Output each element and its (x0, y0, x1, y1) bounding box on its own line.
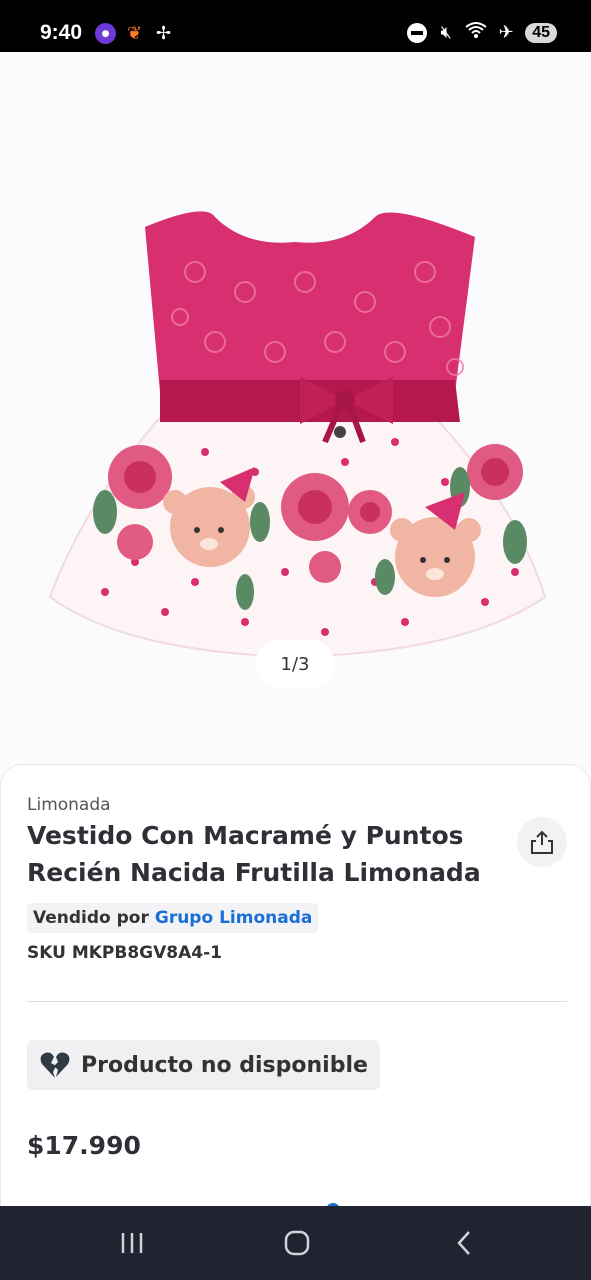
seller-info: Vendido por Grupo Limonada (27, 903, 319, 933)
product-sku: SKU MKPB8GV8A4-1 (27, 943, 222, 963)
status-time: 9:40 (40, 21, 83, 44)
product-title: Vestido Con Macramé y Puntos Recién Naci… (27, 821, 481, 887)
seller-link[interactable]: Grupo Limonada (155, 908, 312, 928)
notification-icons: ● ❦ ✢ (95, 23, 174, 44)
back-icon (457, 1231, 470, 1255)
product-image[interactable] (45, 152, 550, 667)
divider (27, 1001, 567, 1002)
seller-prefix: Vendido por (33, 908, 149, 928)
wifi-icon (465, 21, 487, 44)
back-button[interactable] (450, 1228, 478, 1258)
recent-apps-icon (121, 1233, 143, 1253)
do-not-disturb-icon (407, 22, 428, 43)
product-info-card: Limonada Vestido Con Macramé y Puntos Re… (0, 764, 591, 1206)
messenger-icon: ● (95, 23, 116, 44)
loyalty-icon: ❦ (126, 23, 143, 44)
mute-icon: 🔇︎ (440, 22, 452, 43)
share-button[interactable] (517, 817, 567, 867)
pinwheel-icon: ✢ (155, 23, 172, 44)
availability-badge: Producto no disponible (27, 1040, 380, 1090)
status-bar: 9:40 ● ❦ ✢ 🔇︎ ✈ 45 (0, 0, 591, 52)
broken-heart-icon (40, 1052, 70, 1078)
battery-indicator: 45 (525, 22, 557, 43)
availability-text: Producto no disponible (81, 1052, 368, 1078)
product-brand[interactable]: Limonada (27, 795, 111, 815)
share-icon (531, 830, 553, 854)
product-price: $17.990 (27, 1131, 141, 1160)
product-page: 1/3 Limonada Vestido Con Macramé y Punto… (0, 52, 591, 1206)
system-icons: 🔇︎ ✈ 45 (407, 21, 557, 44)
recent-apps-button[interactable] (116, 1228, 148, 1258)
home-button[interactable] (282, 1228, 312, 1258)
home-icon (284, 1230, 310, 1256)
image-page-indicator: 1/3 (255, 640, 335, 688)
product-image-gallery[interactable]: 1/3 (0, 52, 591, 767)
airplane-icon: ✈ (498, 22, 514, 43)
system-nav-bar (0, 1206, 591, 1280)
